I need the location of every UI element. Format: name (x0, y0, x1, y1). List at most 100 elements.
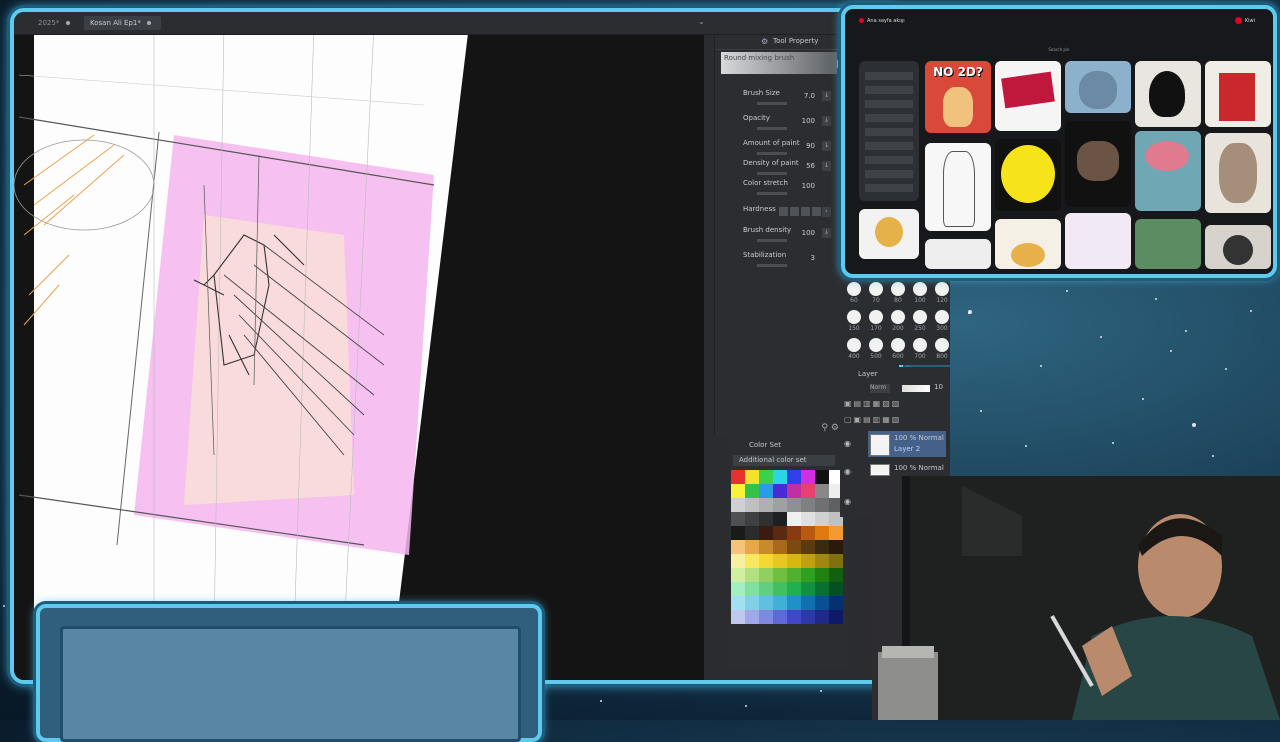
color-swatch[interactable] (829, 582, 843, 596)
pin-image[interactable] (859, 61, 919, 201)
color-swatch[interactable] (759, 498, 773, 512)
color-swatch[interactable] (815, 554, 829, 568)
color-swatch[interactable] (731, 582, 745, 596)
brush-size-preset[interactable]: 200 (888, 310, 908, 332)
color-swatch[interactable] (801, 484, 815, 498)
brush-name-field[interactable]: Round mixing brush (721, 52, 845, 74)
pressure-icon[interactable]: ↓ (822, 91, 831, 101)
pressure-icon[interactable]: ↓ (822, 141, 831, 151)
color-stretch-value[interactable]: 100 (802, 182, 815, 190)
color-swatch[interactable] (759, 582, 773, 596)
color-stretch-slider[interactable] (757, 192, 787, 195)
brush-size-preset[interactable]: 60 (844, 282, 864, 304)
color-swatch[interactable] (745, 596, 759, 610)
layer-toolbar[interactable]: ▣▤▥▦▧▨ (844, 399, 901, 408)
color-swatch[interactable] (773, 554, 787, 568)
tab-close-icon[interactable] (147, 21, 152, 25)
color-swatch[interactable] (801, 596, 815, 610)
pin-image[interactable] (1135, 131, 1201, 211)
color-swatch[interactable] (745, 568, 759, 582)
chevron-down-icon[interactable]: ⌄ (698, 17, 705, 26)
color-swatch-grid[interactable] (731, 470, 843, 624)
color-swatch[interactable] (787, 540, 801, 554)
hardness-selector[interactable] (779, 207, 823, 218)
color-swatch[interactable] (731, 568, 745, 582)
brush-size-preset[interactable]: 800 (932, 338, 952, 360)
brush-size-preset[interactable]: 120 (932, 282, 952, 304)
brush-size-preset[interactable]: 700 (910, 338, 930, 360)
color-swatch[interactable] (773, 610, 787, 624)
tab-document-kosan-ali[interactable]: Kosan Ali Ep1* (84, 16, 162, 30)
brush-size-value[interactable]: 7.0 (804, 92, 815, 100)
opacity-slider[interactable] (757, 127, 787, 130)
color-swatch[interactable] (829, 554, 843, 568)
pinterest-profile[interactable]: Kiwi (1235, 17, 1255, 24)
color-swatch[interactable] (773, 526, 787, 540)
color-swatch[interactable] (773, 484, 787, 498)
amount-of-paint-slider[interactable] (757, 152, 787, 155)
color-swatch[interactable] (829, 568, 843, 582)
color-swatch[interactable] (731, 610, 745, 624)
color-swatch[interactable] (731, 512, 745, 526)
color-swatch[interactable] (773, 568, 787, 582)
color-swatch[interactable] (801, 526, 815, 540)
stabilization-slider[interactable] (757, 264, 787, 267)
color-swatch[interactable] (731, 498, 745, 512)
color-swatch[interactable] (745, 582, 759, 596)
color-swatch[interactable] (759, 470, 773, 484)
hardness-setting[interactable]: Hardness › (743, 205, 833, 227)
brush-size-preset[interactable]: 170 (866, 310, 886, 332)
color-swatch[interactable] (829, 596, 843, 610)
color-swatch[interactable] (731, 540, 745, 554)
color-swatch[interactable] (801, 540, 815, 554)
pin-image[interactable] (1205, 133, 1271, 213)
stabilization-setting[interactable]: Stabilization 3 (743, 251, 833, 273)
color-swatch[interactable] (787, 512, 801, 526)
color-swatch[interactable] (773, 512, 787, 526)
color-swatch[interactable] (773, 596, 787, 610)
color-swatch[interactable] (759, 526, 773, 540)
color-swatch[interactable] (745, 526, 759, 540)
color-swatch[interactable] (815, 568, 829, 582)
color-swatch[interactable] (745, 610, 759, 624)
color-swatch[interactable] (815, 512, 829, 526)
amount-of-paint-value[interactable]: 90 (806, 142, 815, 150)
brush-size-preset[interactable]: 150 (844, 310, 864, 332)
brush-size-preset[interactable]: 500 (866, 338, 886, 360)
brush-size-preset[interactable]: 250 (910, 310, 930, 332)
color-swatch[interactable] (801, 470, 815, 484)
color-swatch[interactable] (759, 596, 773, 610)
stabilization-value[interactable]: 3 (811, 254, 815, 262)
brush-size-slider[interactable] (757, 102, 787, 105)
density-of-paint-setting[interactable]: Density of paint 56 ↓ (743, 159, 833, 181)
color-swatch[interactable] (801, 512, 815, 526)
color-swatch[interactable] (745, 484, 759, 498)
color-swatch[interactable] (787, 568, 801, 582)
brush-size-preset[interactable]: 400 (844, 338, 864, 360)
brush-size-preset[interactable]: 80 (888, 282, 908, 304)
pressure-icon[interactable]: ↓ (822, 116, 831, 126)
blend-mode-dropdown[interactable]: Norm (870, 384, 890, 393)
amount-of-paint-setting[interactable]: Amount of paint 90 ↓ (743, 139, 833, 161)
color-stretch-setting[interactable]: Color stretch 100 (743, 179, 833, 201)
eye-icon[interactable]: ◉ (844, 467, 851, 476)
search-icon[interactable]: ⚲ ⚙ (821, 423, 839, 433)
color-swatch[interactable] (815, 596, 829, 610)
color-swatch[interactable] (745, 554, 759, 568)
color-swatch[interactable] (829, 540, 843, 554)
color-swatch[interactable] (773, 498, 787, 512)
color-swatch[interactable] (745, 498, 759, 512)
color-swatch[interactable] (759, 568, 773, 582)
color-swatch[interactable] (759, 610, 773, 624)
color-swatch[interactable] (787, 498, 801, 512)
pressure-icon[interactable]: ↓ (822, 161, 831, 171)
opacity-value[interactable]: 100 (802, 117, 815, 125)
color-swatch[interactable] (801, 554, 815, 568)
layer-row[interactable]: 100 % Normal Layer 2 (868, 431, 946, 457)
color-swatch[interactable] (787, 582, 801, 596)
eye-icon[interactable]: ◉ (844, 497, 851, 506)
color-swatch[interactable] (787, 596, 801, 610)
pin-image[interactable] (1065, 61, 1131, 113)
color-swatch[interactable] (759, 512, 773, 526)
pin-image[interactable] (995, 139, 1061, 211)
